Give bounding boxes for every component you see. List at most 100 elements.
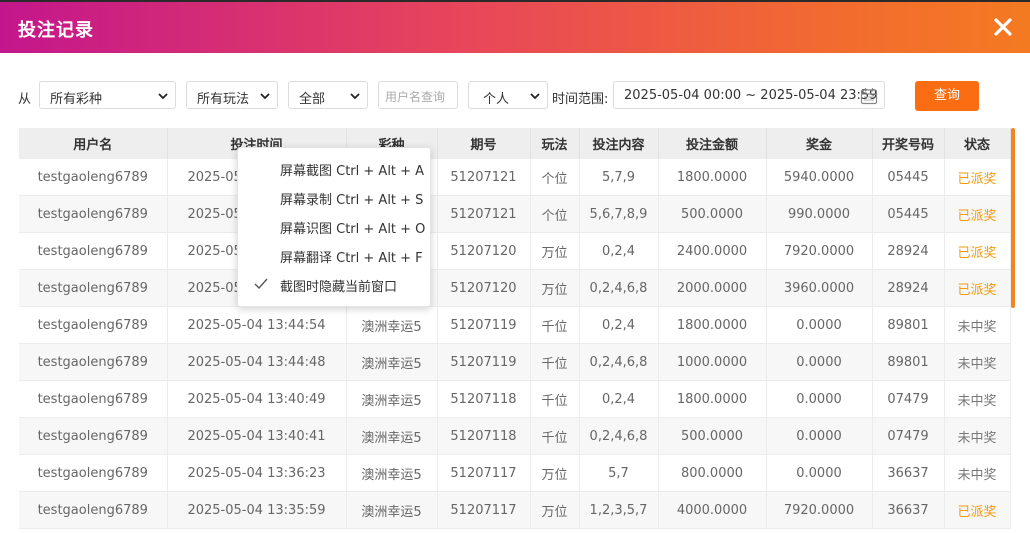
menu-item-label: 屏幕翻译 Ctrl + Alt + F [280,251,423,266]
cell-bet-time: 2025-05-04 13:40:41 [167,417,347,455]
scope-value: 个人 [483,92,510,107]
cell-lottery: 澳洲幸运5 [346,417,438,455]
cell-bet-amount: 800.0000 [658,454,767,492]
cell-issue: 51207117 [437,454,531,492]
cell-draw-number: 07479 [872,417,945,455]
cell-username: testgaoleng6789 [19,380,168,418]
cell-status: 已派奖 [944,195,1011,233]
table-body: testgaoleng67892025-05-04 13:44:54澳洲幸运55… [19,159,1011,529]
dialog-title: 投注记录 [18,20,94,41]
column-header[interactable]: 用户名 [19,128,168,159]
cell-draw-number: 89801 [872,343,945,381]
cell-username: testgaoleng6789 [19,491,168,529]
cell-prize: 5940.0000 [766,159,873,196]
cell-bet-amount: 1000.0000 [658,343,767,381]
menu-item-hide-window[interactable]: 截图时隐藏当前窗口 [238,270,430,298]
cell-status: 未中奖 [944,343,1011,381]
cell-play: 万位 [530,454,580,492]
cell-status: 已派奖 [944,269,1011,307]
cell-status: 未中奖 [944,417,1011,455]
column-header[interactable]: 奖金 [766,128,873,159]
cell-username: testgaoleng6789 [19,417,168,455]
cell-play: 万位 [530,232,580,270]
cell-bet-amount: 500.0000 [658,417,767,455]
cell-status: 未中奖 [944,306,1011,344]
filter-bar: 从 所有彩种 所有玩法 全部 用户名查询 个人 时间范围: 2025-05-04… [0,81,1030,111]
chevron-down-icon [158,93,168,100]
cell-prize: 0.0000 [766,454,873,492]
table-header-row: 用户名 投注时间 彩种 期号 玩法 投注内容 投注金额 奖金 开奖号码 状态 [19,128,1011,159]
cell-bet-content: 0,2,4 [579,380,659,418]
context-menu: 屏幕截图 Ctrl + Alt + A 屏幕录制 Ctrl + Alt + S … [237,147,431,307]
cell-username: testgaoleng6789 [19,269,168,307]
query-button[interactable]: 查询 [915,81,979,111]
menu-item-screenshot[interactable]: 屏幕截图 Ctrl + Alt + A [238,154,430,182]
vertical-scrollbar[interactable] [1011,128,1015,308]
chevron-down-icon [350,93,360,100]
table-row: testgaoleng67892025-05-04 13:44:54澳洲幸运55… [19,306,1011,344]
cell-issue: 51207119 [437,306,531,344]
cell-draw-number: 89801 [872,306,945,344]
cell-prize: 0.0000 [766,306,873,344]
username-search-input[interactable]: 用户名查询 [378,81,458,109]
cell-play: 千位 [530,380,580,418]
cell-play: 千位 [530,343,580,381]
cell-lottery: 澳洲幸运5 [346,454,438,492]
cell-draw-number: 28924 [872,269,945,307]
cell-draw-number: 36637 [872,454,945,492]
cell-bet-time: 2025-05-04 13:36:23 [167,454,347,492]
cell-bet-amount: 2400.0000 [658,232,767,270]
lottery-type-select[interactable]: 所有彩种 [39,81,176,109]
menu-item-screen-recognize[interactable]: 屏幕识图 Ctrl + Alt + O [238,212,430,240]
cell-status: 已派奖 [944,491,1011,529]
cell-prize: 3960.0000 [766,269,873,307]
table-row: testgaoleng67892025-05-04 13:40:41澳洲幸运55… [19,269,1011,307]
cell-draw-number: 28924 [872,232,945,270]
cell-bet-content: 0,2,4,6,8 [579,269,659,307]
cell-bet-amount: 1800.0000 [658,159,767,196]
column-header[interactable]: 投注内容 [579,128,659,159]
date-range-picker[interactable]: 2025-05-04 00:00 ~ 2025-05-04 23:59 [613,81,885,109]
close-icon[interactable] [992,16,1014,38]
cell-draw-number: 07479 [872,380,945,418]
cell-bet-time: 2025-05-04 13:35:59 [167,491,347,529]
cell-username: testgaoleng6789 [19,232,168,270]
status-select[interactable]: 全部 [288,81,368,109]
cell-bet-amount: 4000.0000 [658,491,767,529]
table-row: testgaoleng67892025-05-04 13:40:49澳洲幸运55… [19,380,1011,418]
menu-item-screen-record[interactable]: 屏幕录制 Ctrl + Alt + S [238,183,430,211]
cell-bet-content: 0,2,4,6,8 [579,417,659,455]
cell-bet-time: 2025-05-04 13:44:54 [167,306,347,344]
cell-prize: 0.0000 [766,343,873,381]
cell-bet-content: 5,7 [579,454,659,492]
column-header[interactable]: 开奖号码 [872,128,945,159]
column-header[interactable]: 期号 [437,128,531,159]
cell-prize: 0.0000 [766,417,873,455]
column-header[interactable]: 玩法 [530,128,580,159]
table-row: testgaoleng67892025-05-04 13:44:48澳洲幸运55… [19,195,1011,233]
from-label: 从 [18,92,32,107]
cell-status: 未中奖 [944,380,1011,418]
cell-play: 个位 [530,195,580,233]
cell-bet-amount: 1800.0000 [658,380,767,418]
scope-select[interactable]: 个人 [468,81,548,109]
cell-issue: 51207120 [437,269,531,307]
menu-item-screen-translate[interactable]: 屏幕翻译 Ctrl + Alt + F [238,241,430,269]
cell-bet-amount: 2000.0000 [658,269,767,307]
play-type-select[interactable]: 所有玩法 [186,81,278,109]
cell-bet-content: 1,2,3,5,7 [579,491,659,529]
cell-prize: 7920.0000 [766,491,873,529]
calendar-icon[interactable] [860,87,878,105]
chevron-down-icon [260,93,270,100]
cell-bet-time: 2025-05-04 13:44:48 [167,343,347,381]
cell-issue: 51207121 [437,159,531,196]
username-placeholder: 用户名查询 [385,90,446,104]
date-range-value: 2025-05-04 00:00 ~ 2025-05-04 23:59 [624,88,878,103]
column-header[interactable]: 状态 [944,128,1011,159]
cell-play: 万位 [530,269,580,307]
menu-item-label: 屏幕识图 Ctrl + Alt + O [280,222,426,237]
column-header[interactable]: 投注金额 [658,128,767,159]
cell-issue: 51207118 [437,417,531,455]
cell-draw-number: 05445 [872,195,945,233]
cell-username: testgaoleng6789 [19,454,168,492]
